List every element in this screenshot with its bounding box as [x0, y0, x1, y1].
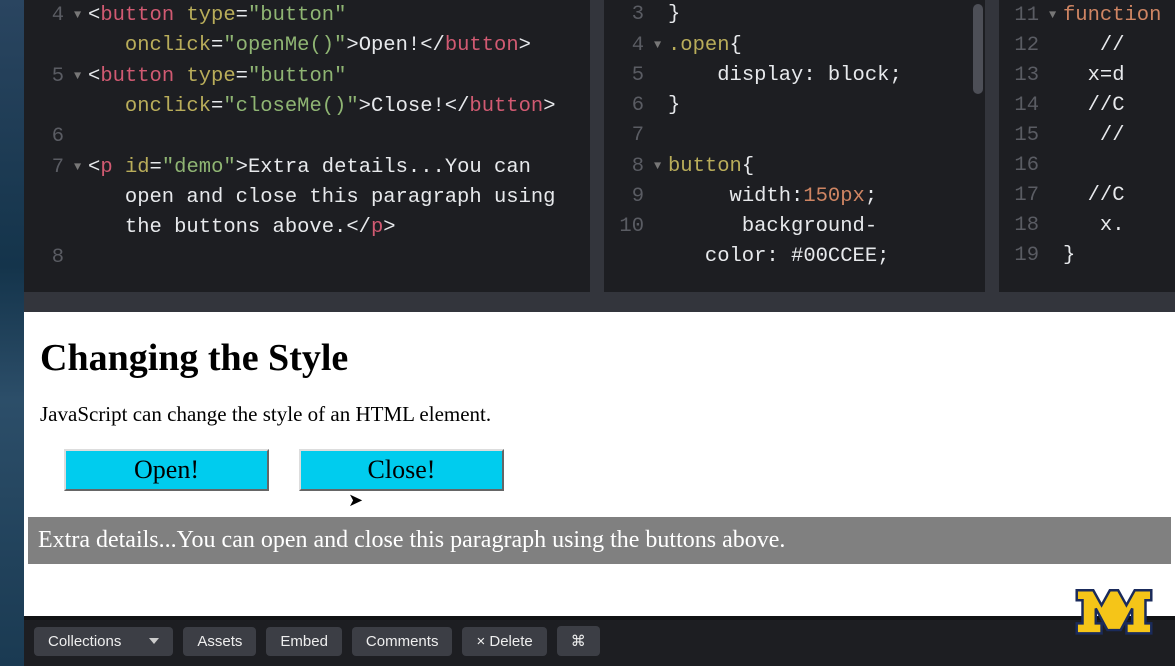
- chevron-down-icon: [149, 638, 159, 644]
- footer-toolbar: Collections Assets Embed Comments × Dele…: [24, 616, 1175, 662]
- output-heading: Changing the Style: [40, 336, 1159, 380]
- js-editor-panel[interactable]: 11▼function 12 // 13 x=d 14 //C 15 // 16…: [999, 0, 1175, 292]
- open-button[interactable]: Open!: [64, 449, 269, 491]
- button-row: Open! Close!: [40, 449, 1159, 491]
- delete-button[interactable]: × Delete: [462, 627, 546, 656]
- panel-divider[interactable]: [24, 292, 1175, 312]
- output-preview: Changing the Style JavaScript can change…: [24, 312, 1175, 616]
- collections-button[interactable]: Collections: [34, 627, 173, 656]
- scrollbar-thumb[interactable]: [973, 4, 983, 94]
- html-editor-panel[interactable]: 4▼<button type="button" onclick="openMe(…: [24, 0, 604, 292]
- close-button[interactable]: Close!: [299, 449, 504, 491]
- desktop-background-strip: [0, 0, 24, 666]
- assets-button[interactable]: Assets: [183, 627, 256, 656]
- comments-button[interactable]: Comments: [352, 627, 453, 656]
- editor-panels: 4▼<button type="button" onclick="openMe(…: [24, 0, 1175, 292]
- mouse-cursor-icon: ➤: [348, 490, 363, 511]
- css-code[interactable]: 3} 4▼.open{ 5 display: block; 6} 7 8▼but…: [604, 0, 985, 272]
- output-lead-text: JavaScript can change the style of an HT…: [40, 402, 1159, 427]
- collections-label: Collections: [48, 633, 121, 650]
- css-editor-panel[interactable]: 3} 4▼.open{ 5 display: block; 6} 7 8▼but…: [604, 0, 999, 292]
- embed-button[interactable]: Embed: [266, 627, 342, 656]
- michigan-logo-icon: [1071, 582, 1157, 640]
- html-code[interactable]: 4▼<button type="button" onclick="openMe(…: [24, 0, 590, 273]
- demo-paragraph: Extra details...You can open and close t…: [28, 517, 1171, 564]
- shortcuts-button[interactable]: ⌘: [557, 626, 600, 656]
- js-code[interactable]: 11▼function 12 // 13 x=d 14 //C 15 // 16…: [999, 0, 1175, 271]
